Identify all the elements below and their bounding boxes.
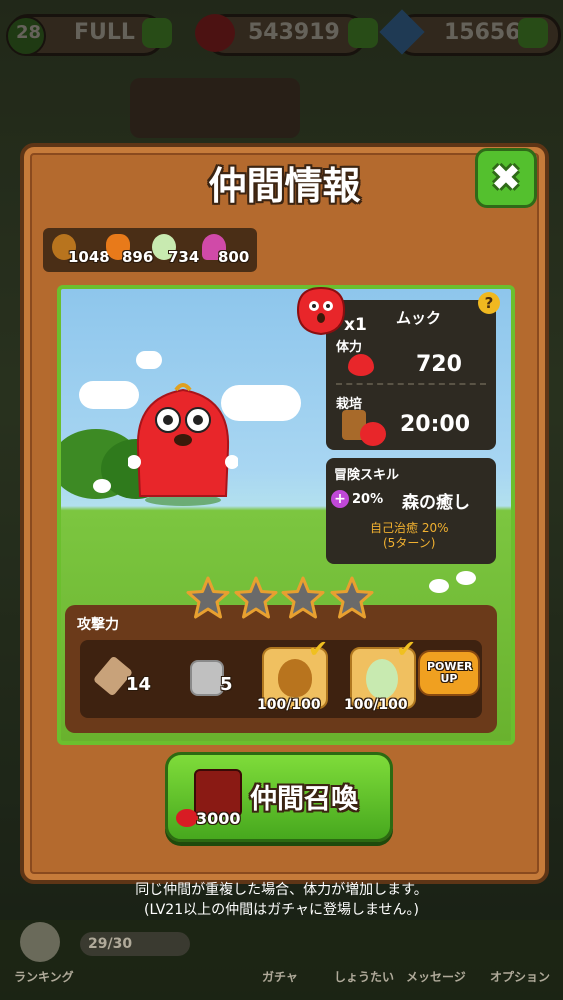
bottom-nav-bar (0, 920, 563, 1000)
acorn-icon (278, 659, 312, 697)
cloud (136, 351, 162, 369)
rank-star-icon (234, 576, 278, 619)
help-icon[interactable]: ? (478, 292, 500, 314)
coin-stack-icon (190, 660, 224, 696)
acorn-count: 1048 (68, 248, 110, 266)
skill-label: 冒険スキル (334, 468, 400, 483)
dialog-title: 仲間情報 (208, 164, 361, 208)
flower (456, 571, 476, 585)
checkmark-icon: ✔ (396, 635, 417, 663)
cherry-icon (176, 809, 198, 827)
radish-icon (366, 659, 398, 699)
divider (336, 383, 486, 385)
monster-portrait-icon (296, 286, 346, 336)
close-x-icon: ✖ (490, 157, 522, 199)
rank-star-icon (186, 576, 230, 619)
summon-button[interactable]: 仲間召喚 3000 (165, 752, 393, 842)
summon-label: 仲間召喚 (250, 784, 358, 815)
summon-cost: 3000 (196, 809, 241, 828)
mushroom-count: 800 (218, 248, 250, 266)
nav-invite[interactable]: しょうたい (334, 968, 394, 985)
stage-progress: 29/30 (88, 936, 133, 952)
heart-icon (348, 354, 374, 376)
radish-count: 734 (168, 248, 200, 266)
notice-line-2: (LV21以上の仲間はガチャに登場しません。) (143, 902, 420, 918)
tomato-icon (360, 422, 386, 446)
nav-gacha[interactable]: ガチャ (262, 968, 298, 985)
close-button[interactable]: ✖ (475, 148, 537, 208)
skill-name: 森の癒し (402, 493, 470, 513)
stamina-label: 体力 (336, 340, 363, 355)
ranking-icon (20, 922, 60, 962)
nav-ranking[interactable]: ランキング (14, 968, 74, 985)
skill-turns: (5ターン) (383, 536, 436, 550)
attack-label: 攻撃力 (77, 617, 119, 633)
duplicate-notice: 同じ仲間が重複した場合、体力が増加します。 (LV21以上の仲間はガチャに登場し… (0, 880, 563, 920)
radish-progress: 100/100 (344, 697, 408, 713)
acorn-progress: 100/100 (257, 697, 321, 713)
nav-message[interactable]: メッセージ (406, 968, 466, 985)
friend-count: x1 (344, 315, 367, 335)
sword-value: 14 (126, 674, 152, 695)
cultivation-time: 20:00 (400, 412, 471, 437)
flower (93, 479, 111, 493)
rank-star-icon (281, 576, 325, 619)
power-up-button[interactable]: POWER UP (418, 650, 480, 696)
checkmark-icon: ✔ (308, 635, 329, 663)
notice-line-1: 同じ仲間が重複した場合、体力が増加します。 (135, 882, 428, 898)
power-up-label: POWER UP (427, 660, 473, 685)
rank-star-icon (330, 576, 374, 619)
heal-heart-icon: + (331, 490, 349, 508)
nav-options[interactable]: オプション (490, 968, 550, 985)
coin-value: 5 (220, 674, 233, 695)
stamina-value: 720 (416, 352, 462, 377)
skill-chance: 20% (352, 492, 384, 507)
flower (429, 579, 449, 593)
monster-character (128, 383, 238, 506)
carrot-count: 896 (122, 248, 154, 266)
friend-name: ムック (396, 309, 442, 327)
